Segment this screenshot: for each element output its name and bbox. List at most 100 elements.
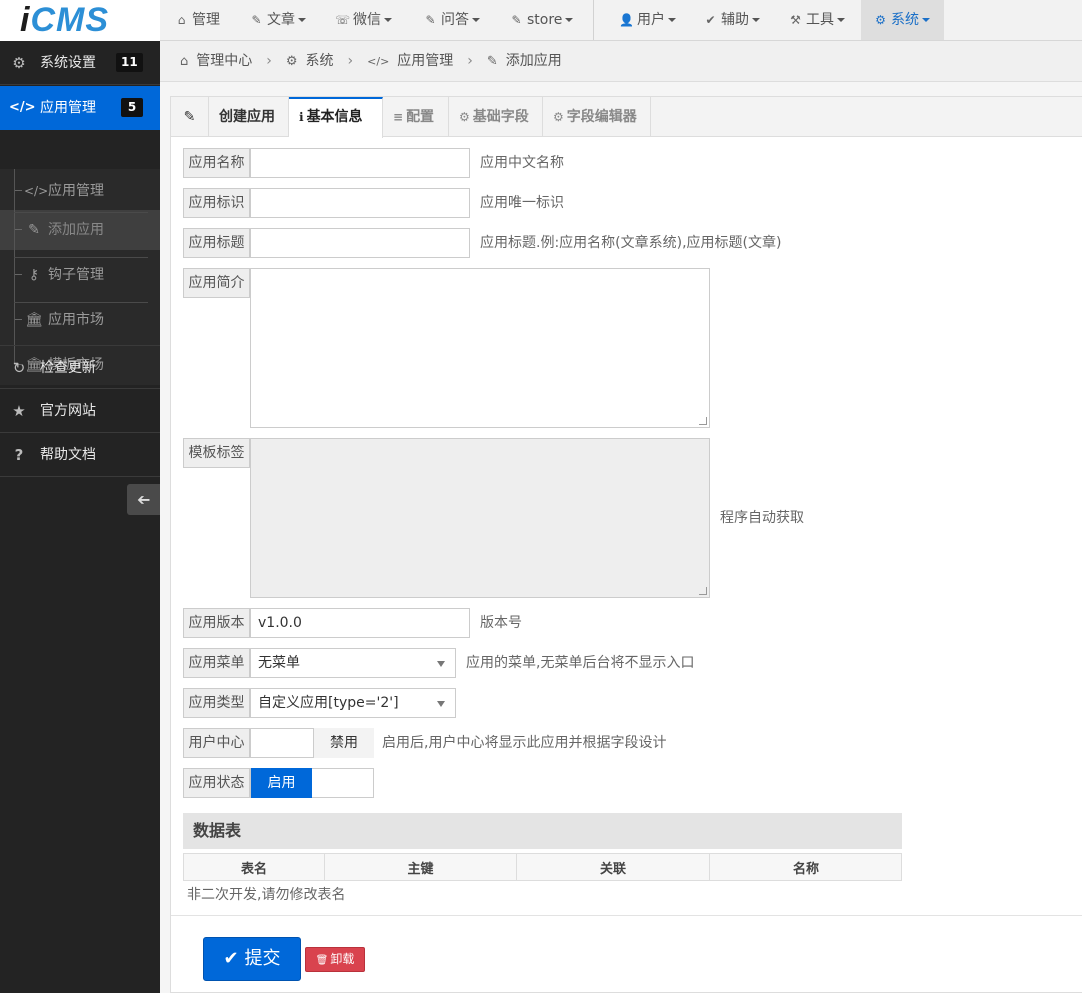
home-icon: ⌂: [180, 54, 189, 69]
app-status-state: 启用: [251, 768, 312, 798]
nav-system[interactable]: ⚙ 系统: [861, 0, 944, 40]
nav-store[interactable]: ✎ store: [497, 0, 585, 40]
app-status-label: 应用状态: [183, 768, 250, 798]
gear-icon: ⚙: [553, 110, 564, 124]
app-title-input[interactable]: [250, 228, 470, 258]
app-version-input[interactable]: v1.0.0: [250, 608, 470, 638]
template-tags-hint: 程序自动获取: [720, 510, 804, 526]
nav-qa[interactable]: ✎ 问答: [411, 0, 492, 40]
nav-tools[interactable]: ⚒ 工具: [776, 0, 857, 40]
submenu-divider: [14, 212, 148, 213]
code-icon: </>: [367, 55, 390, 68]
app-intro-textarea[interactable]: [250, 268, 710, 428]
sidebar-item-official-site[interactable]: ★ 官方网站: [0, 389, 160, 433]
breadcrumb-item-admin-center[interactable]: ⌂ 管理中心: [180, 41, 252, 82]
app-name-input[interactable]: [250, 148, 470, 178]
nav-wechat[interactable]: ☏ 微信: [323, 0, 404, 40]
app-type-label: 应用类型: [183, 688, 250, 718]
pencil-icon: ✎: [183, 109, 196, 125]
submenu-item-hook-manage[interactable]: ⚷ 钩子管理: [0, 255, 160, 295]
gear-icon: ⚙: [875, 13, 886, 27]
tab-base-fields[interactable]: ⚙ 基础字段: [449, 97, 543, 137]
help-icon: ?: [14, 446, 24, 464]
app-ident-input[interactable]: [250, 188, 470, 218]
uninstall-button[interactable]: 🗑 卸载: [305, 947, 365, 972]
nav-user[interactable]: 👤 用户: [607, 0, 688, 40]
nav-assist[interactable]: ✔ 辅助: [691, 0, 772, 40]
gear-icon: ⚙: [459, 110, 470, 124]
breadcrumb-item-system[interactable]: ⚙ 系统: [286, 41, 334, 82]
app-name-hint: 应用中文名称: [480, 155, 564, 171]
edit-icon: ✎: [486, 54, 498, 69]
resize-grip-icon[interactable]: [699, 587, 707, 595]
tab-create-app[interactable]: 创建应用: [209, 97, 289, 137]
sidebar-collapse-button[interactable]: ➔: [127, 484, 160, 515]
breadcrumb-item-add-app: ✎ 添加应用: [487, 41, 562, 82]
user-center-state: 禁用: [313, 728, 374, 758]
tab-bar: ✎ 创建应用 ℹ 基本信息 ≡ 配置 ⚙ 基础字段 ⚙ 字段编辑器: [171, 97, 1082, 138]
list-icon: ≡: [393, 110, 404, 124]
sidebar-item-system-settings[interactable]: ⚙ 系统设置 11: [0, 41, 160, 85]
gavel-icon: ✔: [705, 13, 716, 27]
breadcrumb-separator: ›: [266, 53, 272, 69]
resize-grip-icon[interactable]: [699, 417, 707, 425]
edit-icon: ✎: [28, 222, 40, 238]
app-menu-select[interactable]: 无菜单: [250, 648, 456, 678]
sidebar-item-check-update[interactable]: ↻ 检查更新: [0, 345, 160, 389]
form-footer-divider: [171, 915, 1082, 916]
datatable-col-name: 名称: [792, 862, 819, 877]
sidebar: ⚙ 系统设置 11 </> 应用管理 5 </> 应用管理 ✎ 添加应用 ⚷ 钩子管理 🏛 应用…: [0, 41, 168, 993]
app-status-toggle[interactable]: 启用: [250, 768, 374, 798]
caret-down-icon: [922, 18, 930, 22]
code-icon: </>: [9, 100, 36, 115]
bank-icon: 🏛: [25, 312, 43, 328]
submit-button[interactable]: ✔ 提交: [203, 937, 301, 981]
check-icon: ✔: [223, 948, 239, 969]
caret-down-icon: [298, 18, 306, 22]
user-center-label: 用户中心: [183, 728, 250, 758]
code-icon: </>: [24, 184, 49, 198]
caret-down-icon: [668, 18, 676, 22]
caret-down-icon: [565, 18, 574, 22]
count-badge: 5: [121, 98, 143, 117]
tab-edit[interactable]: ✎: [171, 97, 209, 137]
submenu-item-app-market[interactable]: 🏛 应用市场: [0, 300, 160, 340]
edit-icon: ✎: [251, 13, 262, 27]
caret-down-icon: [752, 18, 760, 22]
nav-divider: [593, 0, 594, 40]
template-tags-label: 模板标签: [183, 438, 250, 468]
app-ident-hint: 应用唯一标识: [480, 195, 564, 211]
template-tags-textarea: [250, 438, 710, 598]
nav-article[interactable]: ✎ 文章: [237, 0, 318, 40]
breadcrumb-separator: ›: [347, 53, 354, 69]
form-panel: ✎ 创建应用 ℹ 基本信息 ≡ 配置 ⚙ 基础字段 ⚙ 字段编辑器 应用名称 应用中文名…: [170, 96, 1082, 993]
plug-icon: ⚷: [28, 267, 40, 283]
hammer-icon: ⚒: [790, 13, 801, 27]
breadcrumb-item-app-manage[interactable]: </> 应用管理: [367, 41, 453, 82]
tab-basic-info[interactable]: ℹ 基本信息: [289, 97, 383, 138]
nav-manage[interactable]: ⌂ 管理: [162, 0, 232, 40]
submenu-item-app-manage[interactable]: </> 应用管理: [0, 171, 160, 211]
datatable-col-relation: 关联: [517, 854, 710, 881]
home-icon: ⌂: [177, 13, 186, 27]
tab-config[interactable]: ≡ 配置: [383, 97, 449, 137]
app-type-select[interactable]: 自定义应用[type='2']: [250, 688, 456, 718]
sidebar-item-help-docs[interactable]: ? 帮助文档: [0, 433, 160, 477]
top-navbar: iCMS ⌂ 管理 ✎ 文章 ☏ 微信 ✎ 问答 ✎ store 👤 用户 ✔ 辅助 ⚒ 工具 …: [0, 0, 1082, 41]
tab-field-editor[interactable]: ⚙ 字段编辑器: [543, 97, 651, 137]
breadcrumb-separator: ›: [467, 53, 473, 69]
gear-icon: ⚙: [12, 54, 26, 72]
edit-icon: ✎: [511, 13, 522, 27]
brand-logo[interactable]: iCMS: [0, 0, 160, 41]
gear-icon: ⚙: [285, 54, 298, 69]
app-title-hint: 应用标题.例:应用名称(文章系统),应用标题(文章): [480, 235, 782, 251]
edit-icon: ✎: [425, 13, 436, 27]
info-icon: ℹ: [299, 110, 304, 124]
user-center-toggle[interactable]: 禁用: [250, 728, 374, 758]
datatable-note: 非二次开发,请勿修改表名: [187, 887, 346, 903]
sidebar-item-app-manage[interactable]: </> 应用管理 5: [0, 86, 168, 130]
app-name-label: 应用名称: [183, 148, 250, 178]
submenu-item-add-app[interactable]: ✎ 添加应用: [0, 210, 160, 250]
refresh-icon: ↻: [12, 359, 26, 377]
dropdown-arrow-icon: [437, 661, 445, 667]
